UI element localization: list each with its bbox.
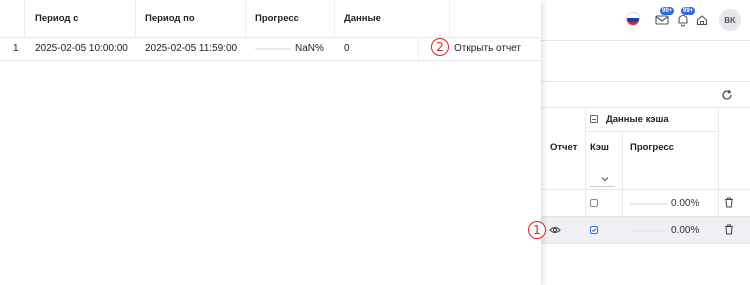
period-from-value: 2025-02-05 10:00:00 <box>35 43 128 54</box>
col-divider <box>24 0 25 37</box>
period-to-value: 2025-02-05 11:59:00 <box>145 43 238 54</box>
chevron-down-icon <box>601 177 609 182</box>
row-border <box>541 243 750 244</box>
col-divider <box>334 0 335 37</box>
mail-badge: 99+ <box>660 7 675 15</box>
cache-checkbox[interactable] <box>590 199 598 207</box>
progress-text: NaN% <box>295 43 324 54</box>
column-header-period-to: Период по <box>145 13 195 24</box>
group-header-border <box>585 131 718 132</box>
column-header-cache: Кэш <box>590 142 609 153</box>
column-header-progress: Прогресс <box>255 13 299 24</box>
progress-bar <box>255 48 291 50</box>
data-value: 0 <box>344 43 350 54</box>
trash-icon[interactable] <box>724 224 734 235</box>
cache-filter-select[interactable] <box>590 170 615 187</box>
row-index: 1 <box>13 43 19 54</box>
mail-icon[interactable] <box>655 13 669 27</box>
cache-progress-bar <box>630 203 668 205</box>
home-icon[interactable] <box>695 13 709 27</box>
cache-progress-bar <box>630 230 668 232</box>
eye-icon[interactable] <box>549 225 561 235</box>
collapse-group-icon[interactable] <box>590 115 598 123</box>
column-header-report: Отчет <box>550 142 578 153</box>
open-report-link[interactable]: Открыть отчет <box>454 37 521 60</box>
col-divider <box>449 0 450 37</box>
cache-checkbox-checked[interactable] <box>590 226 598 234</box>
column-header-data: Данные <box>344 13 381 24</box>
language-flag-icon[interactable] <box>626 12 640 26</box>
column-header-period-from: Период с <box>35 13 79 24</box>
annotation-marker-1: 1 <box>528 221 546 239</box>
bell-icon[interactable] <box>676 13 690 27</box>
check-icon <box>591 228 597 233</box>
bell-badge: 99+ <box>681 7 696 15</box>
user-avatar[interactable]: BK <box>719 9 741 31</box>
col-divider <box>245 0 246 37</box>
cache-progress-text: 0.00% <box>671 225 700 236</box>
cache-progress-text: 0.00% <box>671 198 700 209</box>
refresh-icon[interactable] <box>721 89 733 101</box>
trash-icon[interactable] <box>724 197 734 208</box>
table-row: 1 2025-02-05 10:00:00 2025-02-05 11:59:0… <box>0 37 541 61</box>
annotation-marker-2: 2 <box>431 38 449 56</box>
column-header-progress: Прогресс <box>630 142 674 153</box>
report-periods-panel: Период с Период по Прогресс Данные 1 202… <box>0 0 541 285</box>
col-divider <box>135 0 136 37</box>
group-header-cache: Данные кэша <box>606 114 669 125</box>
col-divider <box>418 37 419 60</box>
panel-table-header: Период с Период по Прогресс Данные <box>0 0 541 38</box>
